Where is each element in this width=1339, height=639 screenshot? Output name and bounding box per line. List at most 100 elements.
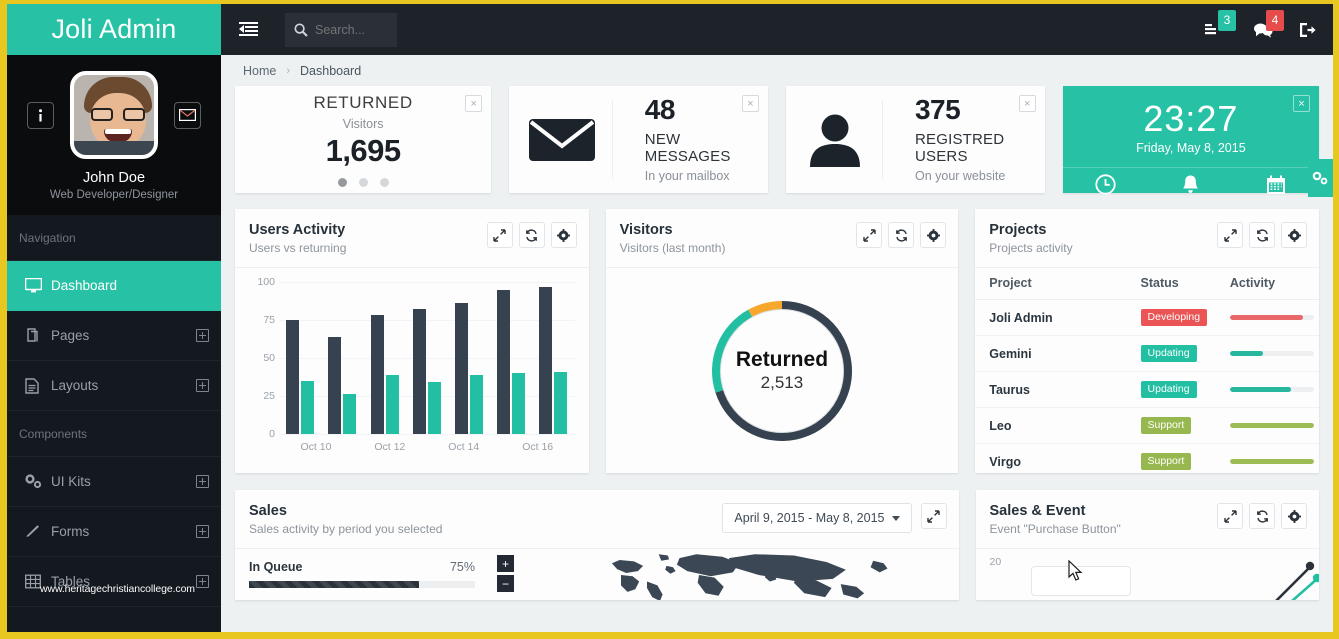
messages-button[interactable]: 4 bbox=[1253, 9, 1284, 38]
status-cell: Developing bbox=[1126, 299, 1216, 336]
calendar-icon[interactable] bbox=[1234, 168, 1319, 201]
refresh-button[interactable] bbox=[518, 222, 545, 248]
map-zoom-in-button[interactable]: + bbox=[497, 555, 514, 572]
bar[interactable] bbox=[497, 289, 511, 434]
close-icon[interactable]: × bbox=[1293, 95, 1310, 112]
panel-subtitle: Sales activity by period you selected bbox=[249, 522, 443, 536]
stat-card-clock: × 23:27 Friday, May 8, 2015 bbox=[1062, 86, 1319, 195]
profile-info-button[interactable] bbox=[27, 101, 54, 129]
bar[interactable] bbox=[301, 380, 315, 434]
bar[interactable] bbox=[512, 373, 526, 434]
status-badge: Developing bbox=[1140, 309, 1208, 326]
bar[interactable] bbox=[286, 320, 300, 434]
table-row[interactable]: Leo Support bbox=[975, 407, 1320, 444]
expand-button[interactable] bbox=[486, 222, 513, 248]
bar[interactable] bbox=[427, 382, 441, 434]
search-input[interactable] bbox=[315, 22, 388, 37]
refresh-button[interactable] bbox=[888, 222, 915, 248]
refresh-icon bbox=[1256, 228, 1268, 242]
document-icon bbox=[25, 377, 51, 394]
world-map[interactable]: + − bbox=[489, 549, 959, 600]
x-tick: Oct 16 bbox=[522, 441, 554, 453]
expand-icon bbox=[927, 509, 940, 523]
close-icon[interactable]: × bbox=[742, 95, 759, 112]
clock-date: Friday, May 8, 2015 bbox=[1136, 141, 1246, 155]
breadcrumb: Home › Dashboard bbox=[221, 55, 1333, 86]
breadcrumb-home[interactable]: Home bbox=[243, 64, 276, 78]
status-cell: Support bbox=[1126, 443, 1216, 480]
logout-icon bbox=[1300, 22, 1316, 37]
bell-icon[interactable] bbox=[1148, 168, 1233, 201]
expand-button[interactable] bbox=[1217, 222, 1244, 248]
clock-icon[interactable] bbox=[1063, 168, 1148, 201]
bar[interactable] bbox=[454, 303, 468, 434]
sidebar-toggle-icon[interactable] bbox=[239, 22, 258, 37]
search-box[interactable] bbox=[285, 12, 397, 47]
project-name-cell: Taurus bbox=[975, 371, 1127, 408]
profile-message-button[interactable] bbox=[174, 101, 201, 129]
expand-button[interactable] bbox=[856, 222, 883, 248]
stat-value: 1,695 bbox=[325, 132, 402, 168]
sidebar-item-dashboard[interactable]: Dashboard bbox=[7, 261, 221, 311]
bar[interactable] bbox=[385, 374, 399, 434]
chevron-down-icon bbox=[891, 515, 900, 521]
bar[interactable] bbox=[539, 286, 553, 434]
sidebar-item-pages[interactable]: Pages bbox=[7, 311, 221, 361]
bar[interactable] bbox=[343, 394, 357, 434]
tasks-button[interactable]: 3 bbox=[1205, 9, 1236, 38]
bar[interactable] bbox=[328, 336, 342, 434]
bar[interactable] bbox=[412, 309, 426, 434]
table-row[interactable]: Gemini Updating bbox=[975, 335, 1320, 372]
expand-icon bbox=[1223, 228, 1237, 242]
panel-subtitle: Visitors (last month) bbox=[619, 241, 726, 255]
activity-cell bbox=[1215, 443, 1320, 480]
x-tick: Oct 10 bbox=[300, 441, 332, 453]
refresh-button[interactable] bbox=[1249, 222, 1276, 248]
x-tick: Oct 14 bbox=[448, 441, 480, 453]
map-zoom-controls: + − bbox=[497, 555, 514, 595]
activity-cell bbox=[1215, 299, 1320, 336]
settings-button[interactable] bbox=[1281, 503, 1307, 529]
date-range-picker[interactable]: April 9, 2015 - May 8, 2015 bbox=[722, 503, 912, 533]
expand-icon bbox=[1223, 509, 1237, 523]
bar[interactable] bbox=[370, 315, 384, 434]
expand-button[interactable] bbox=[1217, 503, 1243, 529]
settings-button[interactable] bbox=[920, 222, 947, 248]
x-axis-labels: Oct 10 Oct 12 Oct 14 Oct 16 bbox=[279, 441, 575, 453]
expand-button[interactable] bbox=[920, 503, 947, 529]
settings-button[interactable] bbox=[1281, 222, 1308, 248]
table-row[interactable]: Virgo Support bbox=[975, 443, 1320, 480]
sidebar-item-forms[interactable]: Forms bbox=[7, 507, 221, 557]
expand-icon[interactable] bbox=[196, 329, 209, 342]
carousel-dots[interactable] bbox=[337, 177, 389, 187]
table-row[interactable]: Taurus Updating bbox=[975, 371, 1320, 408]
bar[interactable] bbox=[469, 374, 483, 434]
expand-icon[interactable] bbox=[196, 525, 209, 538]
map-zoom-out-button[interactable]: − bbox=[497, 575, 514, 592]
world-map-svg bbox=[611, 554, 888, 600]
close-icon[interactable]: × bbox=[1018, 95, 1036, 112]
logout-button[interactable] bbox=[1299, 22, 1316, 38]
sidebar-item-ui-kits[interactable]: UI Kits bbox=[7, 457, 221, 507]
bar[interactable] bbox=[554, 371, 568, 434]
table-row[interactable]: Joli Admin Developing bbox=[975, 299, 1320, 336]
sidebar-item-layouts[interactable]: Layouts bbox=[7, 361, 221, 411]
settings-button[interactable] bbox=[550, 222, 577, 248]
theme-settings-tab[interactable] bbox=[1308, 159, 1333, 197]
envelope-icon bbox=[179, 109, 196, 121]
avatar[interactable] bbox=[70, 71, 158, 159]
brand-logo[interactable]: Joli Admin bbox=[7, 4, 221, 55]
refresh-button[interactable] bbox=[1249, 503, 1275, 529]
refresh-icon bbox=[895, 228, 907, 242]
profile-role: Web Developer/Designer bbox=[49, 189, 179, 201]
project-name-cell: Virgo bbox=[975, 443, 1127, 480]
expand-icon[interactable] bbox=[196, 475, 209, 488]
expand-icon[interactable] bbox=[196, 379, 209, 392]
sidebar-item-tables[interactable]: Tables bbox=[7, 557, 221, 607]
close-icon[interactable]: × bbox=[465, 95, 483, 112]
project-name-cell: Leo bbox=[975, 407, 1127, 444]
expand-icon[interactable] bbox=[196, 575, 209, 588]
expand-icon bbox=[493, 228, 506, 242]
clock-time: 23:27 bbox=[1143, 98, 1239, 139]
y-tick: 50 bbox=[263, 352, 275, 364]
